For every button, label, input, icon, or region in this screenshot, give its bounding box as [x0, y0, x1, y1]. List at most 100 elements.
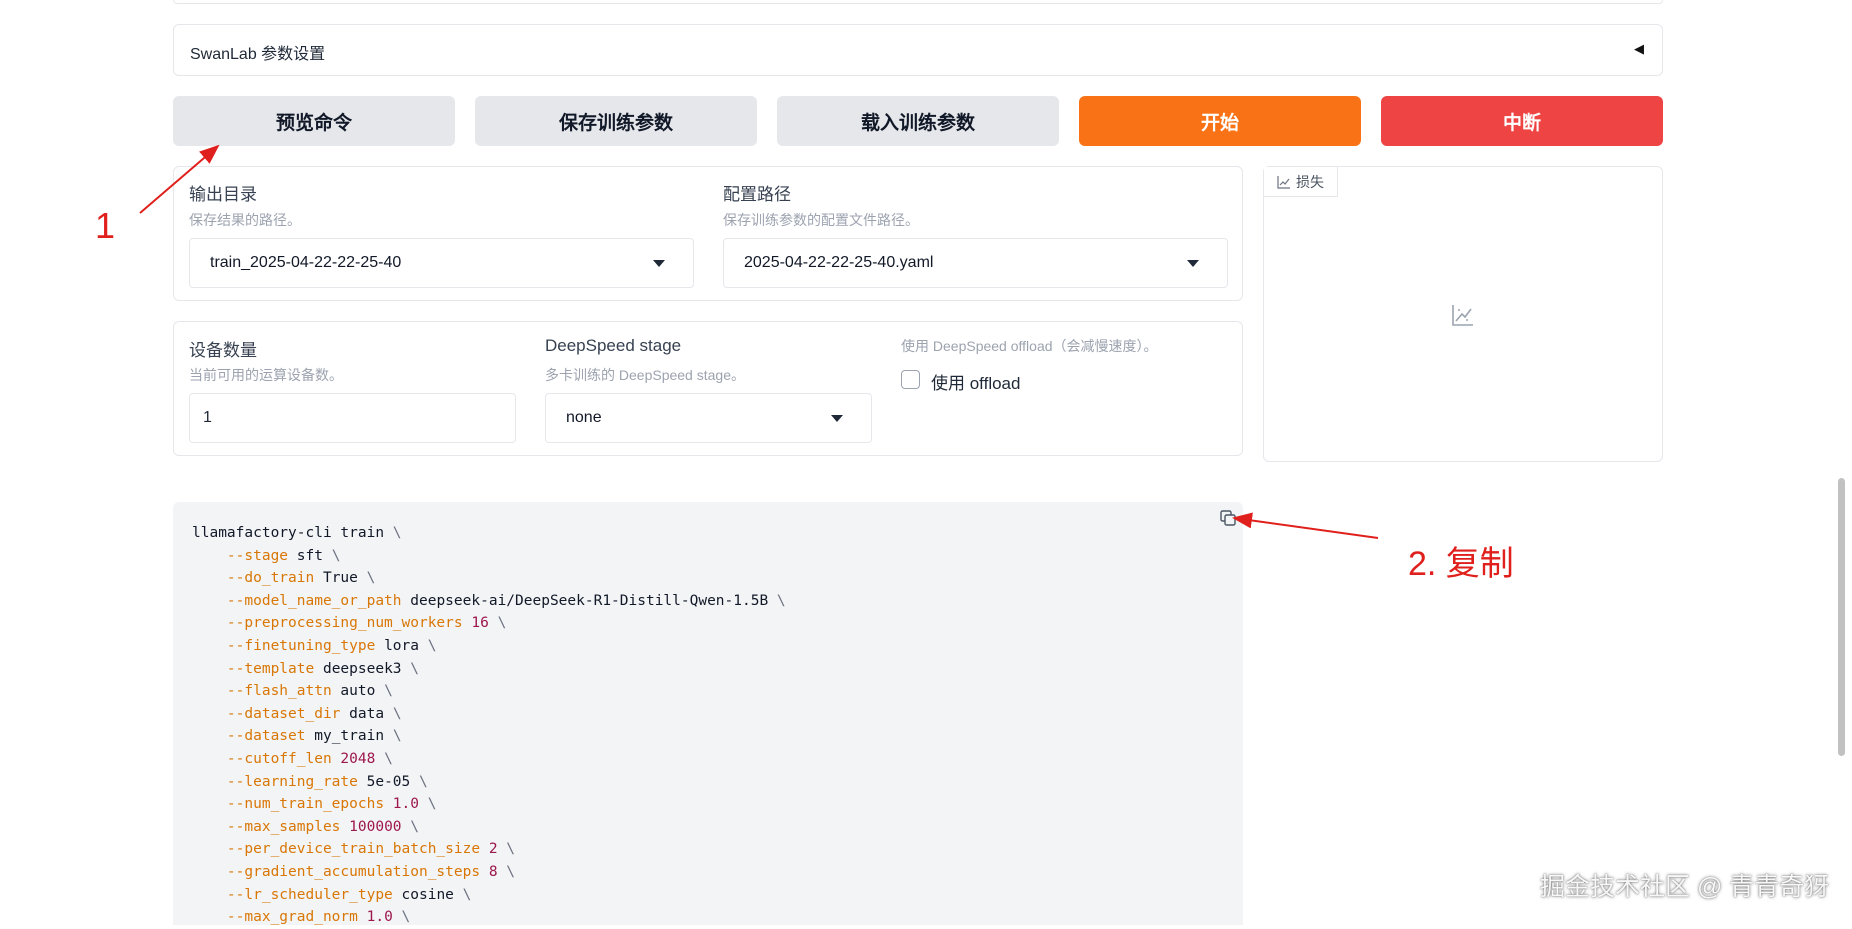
command-line: --max_grad_norm 1.0 \ — [192, 906, 786, 929]
config-path-value: 2025-04-22-22-25-40.yaml — [744, 254, 934, 271]
command-flag: --stage — [226, 547, 289, 564]
command-value: cosine — [401, 886, 454, 903]
command-flag: --lr_scheduler_type — [226, 886, 393, 903]
collapse-caret-icon[interactable]: ◀ — [1634, 41, 1644, 57]
command-value: deepseek-ai/DeepSeek-R1-Distill-Qwen-1.5… — [410, 592, 769, 609]
device-count-label: 设备数量 — [189, 341, 257, 360]
command-line: --learning_rate 5e-05 \ — [192, 771, 786, 794]
ds-stage-info: 多卡训练的 DeepSpeed stage。 — [545, 367, 745, 383]
device-count-info: 当前可用的运算设备数。 — [189, 367, 343, 383]
command-value: 2048 — [340, 750, 376, 767]
line-continuation: \ — [506, 841, 516, 858]
line-continuation: \ — [427, 637, 437, 654]
command-flag: --per_device_train_batch_size — [226, 841, 481, 858]
command-text: llamafactory-cli train \ --stage sft \ -… — [192, 522, 786, 929]
line-continuation: \ — [419, 773, 428, 790]
config-path-info: 保存训练参数的配置文件路径。 — [723, 212, 919, 228]
command-line: --gradient_accumulation_steps 8 \ — [192, 861, 786, 884]
command-value: 100000 — [349, 818, 402, 835]
command-flag: --flash_attn — [226, 683, 332, 700]
command-line: --template deepseek3 \ — [192, 658, 786, 681]
offload-checkbox[interactable] — [901, 370, 920, 389]
line-continuation: \ — [506, 863, 516, 880]
ds-stage-select[interactable]: none — [545, 393, 872, 443]
command-line: --flash_attn auto \ — [192, 680, 786, 703]
previous-section-edge — [173, 0, 1663, 4]
command-flag: --preprocessing_num_workers — [226, 615, 463, 632]
line-continuation: \ — [384, 750, 393, 767]
dropdown-arrow-icon — [831, 415, 843, 422]
command-value: 16 — [471, 615, 489, 632]
line-continuation: \ — [401, 909, 411, 926]
config-path-label: 配置路径 — [723, 185, 791, 204]
command-value: 2 — [488, 841, 498, 858]
command-line: --num_train_epochs 1.0 \ — [192, 793, 786, 816]
command-line: llamafactory-cli train \ — [192, 522, 786, 545]
command-line: --lr_scheduler_type cosine \ — [192, 884, 786, 907]
command-preview[interactable]: llamafactory-cli train \ --stage sft \ -… — [173, 502, 1243, 925]
device-panel: 设备数量 当前可用的运算设备数。 1 DeepSpeed stage 多卡训练的… — [173, 321, 1243, 456]
command-flag: --max_grad_norm — [226, 909, 358, 926]
command-value: deepseek3 — [322, 660, 402, 677]
copy-icon[interactable] — [1220, 510, 1237, 527]
dropdown-arrow-icon — [653, 260, 665, 267]
command-line: --cutoff_len 2048 \ — [192, 748, 786, 771]
line-continuation: \ — [384, 683, 393, 700]
command-flag: --model_name_or_path — [226, 592, 402, 609]
command-line: --max_samples 100000 \ — [192, 816, 786, 839]
line-continuation: \ — [462, 886, 472, 903]
output-dir-value: train_2025-04-22-22-25-40 — [210, 254, 402, 271]
device-count-input[interactable]: 1 — [189, 393, 516, 443]
output-panel: 输出目录 保存结果的路径。 train_2025-04-22-22-25-40 … — [173, 166, 1243, 301]
line-continuation: \ — [427, 796, 437, 813]
offload-label[interactable]: 使用 offload — [931, 369, 1020, 394]
dropdown-arrow-icon — [1187, 260, 1199, 267]
command-flag: --do_train — [226, 570, 315, 587]
command-line: --stage sft \ — [192, 545, 786, 568]
ds-stage-label: DeepSpeed stage — [545, 336, 682, 355]
start-button[interactable]: 开始 — [1079, 96, 1361, 146]
command-value: llamafactory-cli train — [192, 525, 385, 541]
command-line: --dataset_dir data \ — [192, 703, 786, 726]
line-continuation: \ — [410, 660, 420, 677]
config-path-select[interactable]: 2025-04-22-22-25-40.yaml — [723, 238, 1228, 288]
output-dir-select[interactable]: train_2025-04-22-22-25-40 — [189, 238, 694, 288]
chart-icon — [1277, 175, 1290, 189]
command-flag: --template — [226, 660, 315, 677]
command-value: data — [349, 705, 385, 722]
line-continuation: \ — [392, 728, 402, 745]
command-line: --model_name_or_path deepseek-ai/DeepSee… — [192, 590, 786, 613]
line-continuation: \ — [366, 570, 376, 587]
command-value: 1.0 — [366, 909, 393, 926]
offload-info: 使用 DeepSpeed offload（会减慢速度）。 — [901, 338, 1158, 354]
command-value: lora — [384, 637, 419, 654]
command-value: 1.0 — [392, 796, 419, 813]
line-continuation: \ — [497, 615, 507, 632]
command-value: sft — [296, 547, 323, 564]
swanlab-settings-accordion[interactable]: SwanLab 参数设置 ◀ — [173, 24, 1663, 76]
abort-button[interactable]: 中断 — [1381, 96, 1663, 146]
command-value: True — [322, 570, 358, 587]
command-value: 8 — [488, 863, 498, 880]
command-line: --do_train True \ — [192, 567, 786, 590]
save-args-button[interactable]: 保存训练参数 — [475, 96, 757, 146]
command-flag: --learning_rate — [226, 773, 358, 790]
command-line: --dataset my_train \ — [192, 725, 786, 748]
output-dir-info: 保存结果的路径。 — [189, 212, 301, 228]
command-line: --preprocessing_num_workers 16 \ — [192, 612, 786, 635]
command-line: --per_device_train_batch_size 2 \ — [192, 838, 786, 861]
command-value: auto — [340, 683, 376, 700]
preview-command-button[interactable]: 预览命令 — [173, 96, 455, 146]
command-flag: --gradient_accumulation_steps — [226, 863, 481, 880]
line-continuation: \ — [776, 592, 786, 609]
command-flag: --cutoff_len — [226, 750, 332, 767]
loss-plot-tab-label: 损失 — [1296, 173, 1324, 190]
command-flag: --dataset_dir — [226, 705, 341, 722]
ds-stage-value: none — [566, 409, 602, 426]
load-args-button[interactable]: 载入训练参数 — [777, 96, 1059, 146]
command-flag: --max_samples — [226, 818, 341, 835]
output-dir-label: 输出目录 — [189, 185, 257, 204]
command-flag: --dataset — [226, 728, 306, 745]
accordion-label: SwanLab 参数设置 — [190, 46, 326, 63]
page-scrollbar[interactable] — [1838, 478, 1845, 756]
